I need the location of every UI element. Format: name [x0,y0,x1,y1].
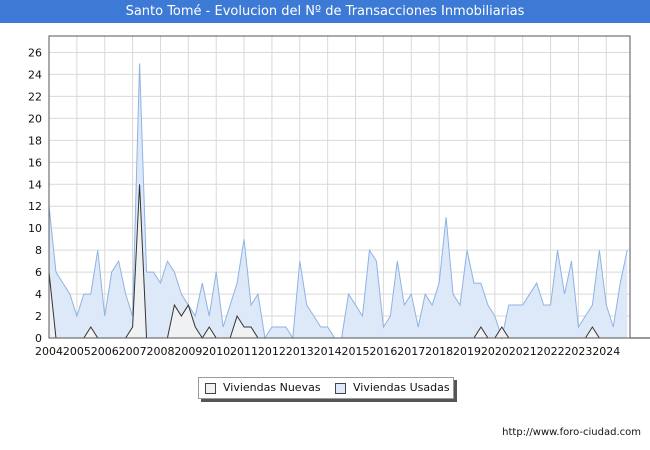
x-tick-label: 2023 [564,345,592,358]
x-tick-label: 2007 [119,345,147,358]
legend-label-nuevas: Viviendas Nuevas [223,381,321,394]
x-tick-label: 2010 [202,345,230,358]
x-tick-label: 2015 [342,345,370,358]
y-tick-label: 16 [28,156,42,169]
source-credit: http://www.foro-ciudad.com [502,427,641,438]
y-tick-label: 0 [35,332,42,345]
y-tick-label: 24 [28,68,42,81]
chart-canvas: 024681012141618202224262004 2005 2006 2007 2… [28,35,650,358]
y-tick-label: 8 [35,244,42,257]
x-tick-label: 2016 [369,345,397,358]
x-tick-label: 2005 [63,345,91,358]
x-tick-label: 2024 [592,345,620,358]
y-tick-label: 18 [28,134,42,147]
legend: Viviendas Nuevas Viviendas Usadas [198,377,454,399]
y-tick-label: 12 [28,200,42,213]
x-tick-label: 2008 [146,345,174,358]
x-tick-label: 2014 [314,345,342,358]
y-tick-label: 22 [28,90,42,103]
x-tick-label: 2011 [230,345,258,358]
y-tick-label: 4 [35,288,42,301]
legend-label-usadas: Viviendas Usadas [353,381,450,394]
x-tick-label: 2013 [286,345,314,358]
legend-swatch-nuevas [205,383,216,394]
legend-swatch-usadas [335,383,346,394]
y-tick-label: 6 [35,266,42,279]
x-tick-label: 2020 [481,345,509,358]
y-tick-label: 10 [28,222,42,235]
x-tick-label: 2017 [397,345,425,358]
x-tick-label: 2004 [35,345,63,358]
x-tick-label: 2019 [453,345,481,358]
y-tick-label: 26 [28,46,42,59]
x-tick-label: 2012 [258,345,286,358]
y-tick-label: 2 [35,310,42,323]
y-tick-label: 14 [28,178,42,191]
x-tick-label: 2021 [509,345,537,358]
x-tick-label: 2009 [174,345,202,358]
y-tick-label: 20 [28,112,42,125]
x-tick-label: 2018 [425,345,453,358]
x-tick-label: 2022 [537,345,565,358]
x-tick-label: 2006 [91,345,119,358]
